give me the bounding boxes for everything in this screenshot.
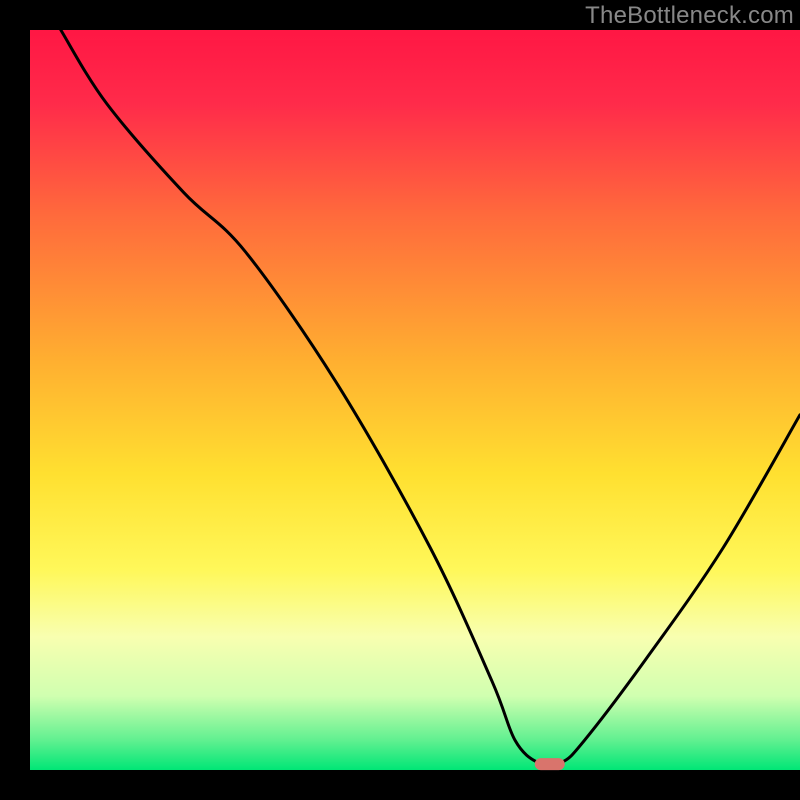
chart-container: TheBottleneck.com [0, 0, 800, 800]
watermark-label: TheBottleneck.com [585, 2, 794, 30]
bottleneck-chart [0, 0, 800, 800]
gradient-background [30, 30, 800, 770]
optimum-marker [535, 758, 565, 770]
